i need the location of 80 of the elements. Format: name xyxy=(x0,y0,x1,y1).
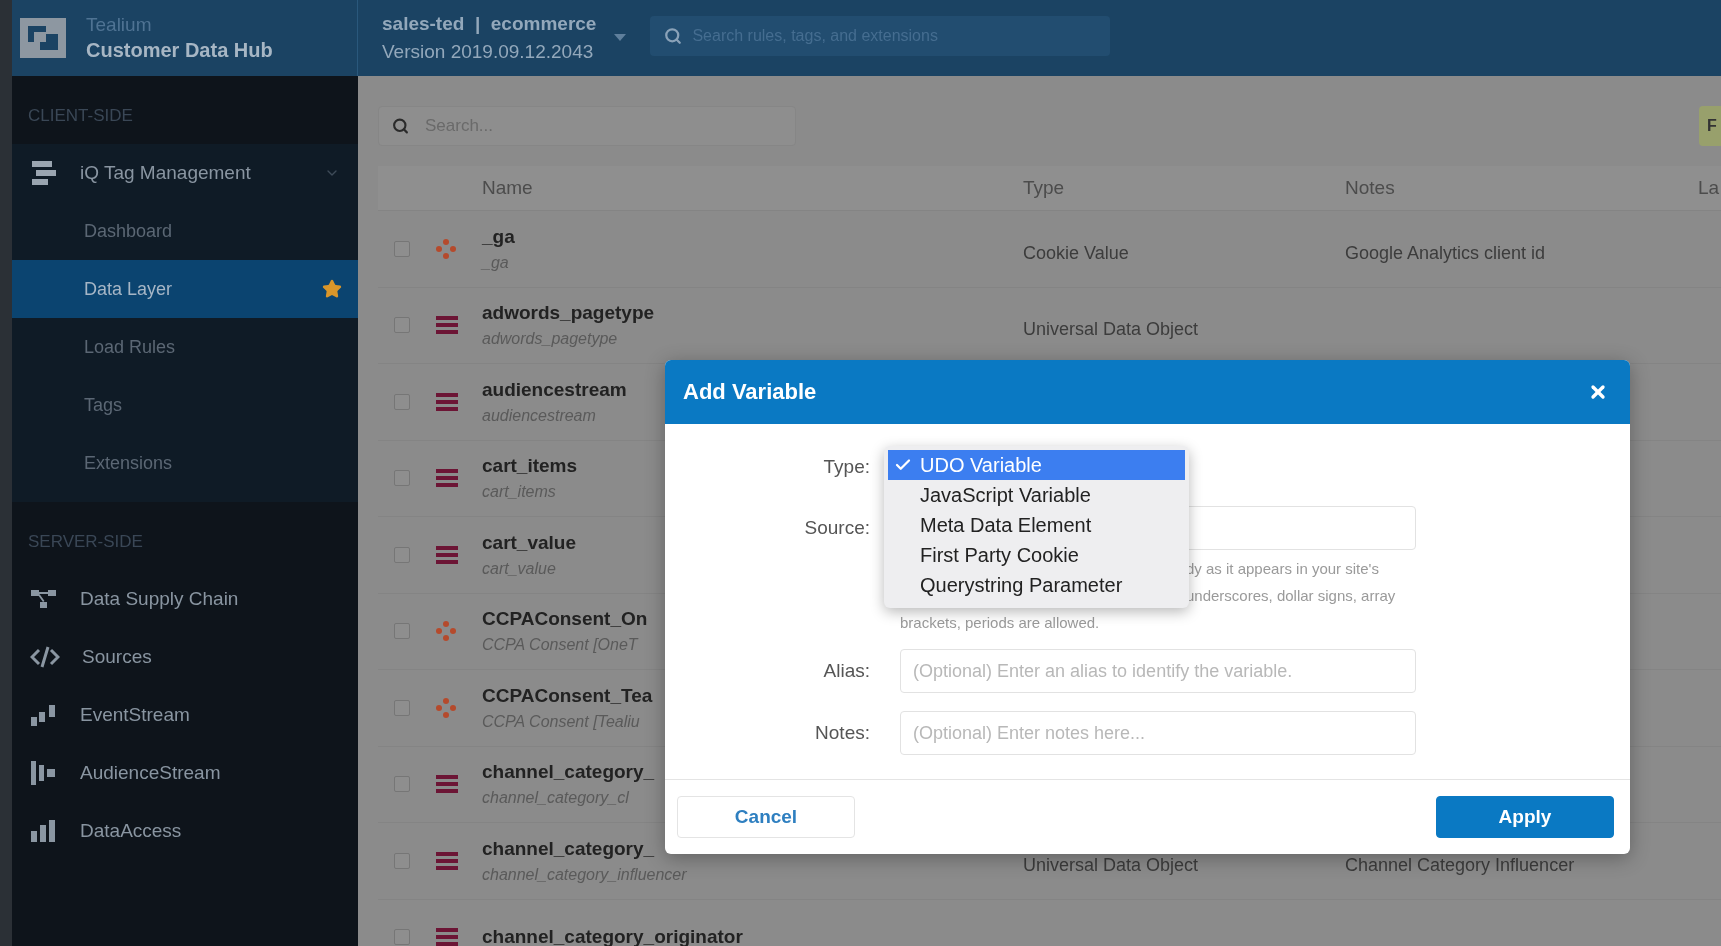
text-field[interactable]: (Optional) Enter an alias to identify the variable. xyxy=(900,649,1416,693)
cancel-button[interactable]: Cancel xyxy=(677,796,855,838)
field-label: Alias: xyxy=(822,660,870,682)
dropdown-option[interactable]: Querystring Parameter xyxy=(888,570,1185,600)
cookie-icon xyxy=(436,697,456,718)
nav-subitem[interactable]: Extensions xyxy=(12,434,358,492)
nav-item[interactable]: AudienceStream xyxy=(12,744,358,802)
version-label: Version 2019.09.12.2043 xyxy=(382,41,595,63)
nav-item[interactable]: DataAccess xyxy=(12,802,358,860)
variable-name: audiencestream xyxy=(482,378,627,401)
section-heading: CLIENT-SIDE xyxy=(27,105,134,127)
row-checkbox[interactable] xyxy=(394,776,410,793)
row-checkbox[interactable] xyxy=(394,240,410,257)
dropdown-option[interactable]: First Party Cookie xyxy=(888,540,1185,570)
variable-name: CCPAConsent_Tea xyxy=(482,684,653,707)
section-heading: SERVER-SIDE xyxy=(27,531,144,553)
row-checkbox[interactable] xyxy=(394,393,410,410)
close-icon xyxy=(1588,382,1608,402)
bars-icon xyxy=(30,760,58,786)
variable-name: channel_category_ xyxy=(482,837,655,860)
field-label: Type: xyxy=(822,456,870,478)
nav-subitem[interactable]: Load Rules xyxy=(12,318,358,376)
product-name: Customer Data Hub xyxy=(86,39,273,62)
variable-name: channel_category_ xyxy=(482,761,655,784)
rising-bars-icon xyxy=(30,703,58,727)
dropdown-option[interactable]: JavaScript Variable xyxy=(888,480,1185,510)
type-cell: Universal Data Object xyxy=(1023,320,1199,339)
row-checkbox[interactable] xyxy=(394,317,410,334)
row-checkbox[interactable] xyxy=(394,623,410,640)
dropdown-option[interactable]: UDO Variable xyxy=(888,450,1185,480)
notes-cell: Channel Category Influencer xyxy=(1345,855,1575,874)
list-icon xyxy=(436,774,458,795)
bar-chart-icon xyxy=(30,819,58,843)
column-header: Type xyxy=(1023,177,1065,199)
filter-button[interactable]: F xyxy=(1699,106,1721,146)
hint-text: underscores, dollar signs, array xyxy=(1186,587,1396,604)
network-icon xyxy=(30,587,58,611)
hint-text: brackets, periods are allowed. xyxy=(900,614,1100,631)
column-header: Notes xyxy=(1345,177,1395,199)
dropdown-option[interactable]: Meta Data Element xyxy=(888,510,1185,540)
list-icon xyxy=(436,927,458,946)
notes-cell: Google Analytics client id xyxy=(1345,243,1546,262)
nav-item[interactable]: EventStream xyxy=(12,686,358,744)
column-header: Name xyxy=(482,177,533,199)
list-icon xyxy=(436,850,458,871)
variable-name: cart_items xyxy=(482,455,578,478)
cookie-icon xyxy=(436,621,456,642)
row-checkbox[interactable] xyxy=(394,699,410,716)
caret-icon[interactable] xyxy=(614,34,627,42)
type-cell: Universal Data Object xyxy=(1023,855,1199,874)
list-icon xyxy=(436,468,458,489)
field-label: Source: xyxy=(803,517,870,539)
row-checkbox[interactable] xyxy=(394,546,410,563)
row-checkbox[interactable] xyxy=(394,470,410,487)
variable-name: adwords_pagetype xyxy=(482,302,655,325)
account-name: sales-ted | ecommerce xyxy=(382,13,597,35)
nav-item[interactable]: Data Supply Chain xyxy=(12,570,358,628)
row-checkbox[interactable] xyxy=(394,929,410,946)
stacked-bars-icon xyxy=(30,159,58,187)
column-header: La xyxy=(1698,177,1720,199)
field-label: Notes: xyxy=(814,722,870,744)
text-field[interactable]: (Optional) Enter notes here... xyxy=(900,711,1416,755)
code-icon xyxy=(30,645,60,669)
apply-button[interactable]: Apply xyxy=(1436,796,1614,838)
nav-subitem[interactable]: Dashboard xyxy=(12,202,358,260)
nav-subitem[interactable]: Data Layer xyxy=(12,260,358,318)
cookie-icon xyxy=(436,238,456,259)
variable-name: _ga xyxy=(482,225,515,248)
variable-name: cart_value xyxy=(482,531,576,554)
dialog-title: Add Variable xyxy=(683,379,817,405)
list-icon xyxy=(436,315,458,336)
nav-item[interactable]: iQ Tag Management xyxy=(12,144,358,202)
logo-icon xyxy=(20,18,66,58)
nav-item[interactable]: Sources xyxy=(12,628,358,686)
nav-subitem[interactable]: Tags xyxy=(12,376,358,434)
type-cell: Cookie Value xyxy=(1023,243,1129,262)
variable-name: CCPAConsent_On xyxy=(482,608,648,631)
list-icon xyxy=(436,391,458,412)
row-checkbox[interactable] xyxy=(394,852,410,869)
list-icon xyxy=(436,544,458,565)
